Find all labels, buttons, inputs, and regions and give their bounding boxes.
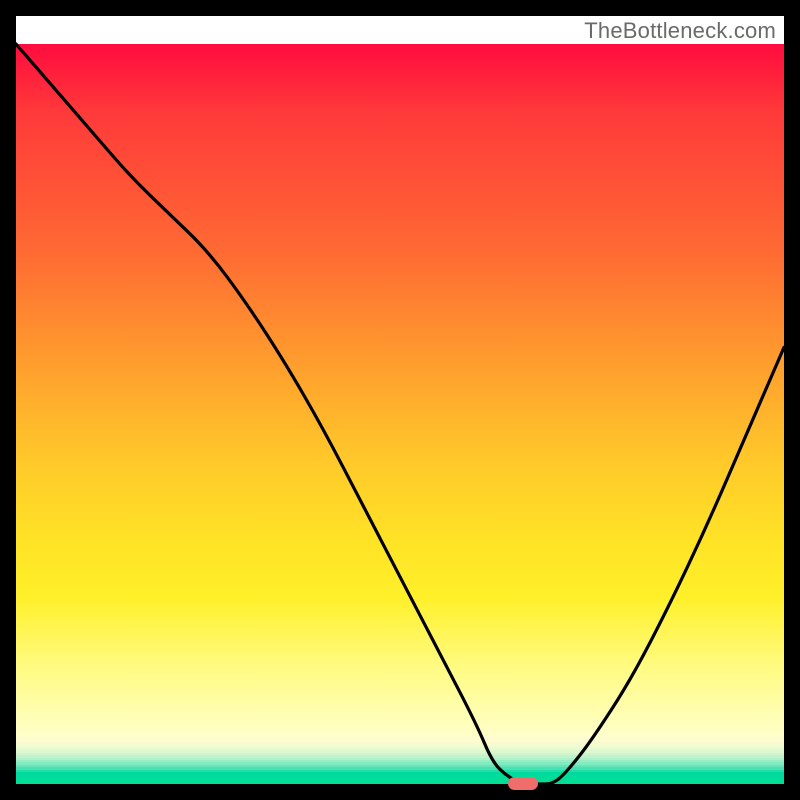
watermark-text: TheBottleneck.com <box>584 18 776 44</box>
gradient-band <box>16 782 784 785</box>
balance-point-marker <box>508 777 539 790</box>
chart-plot-area: TheBottleneck.com <box>16 16 784 784</box>
image-frame: TheBottleneck.com <box>0 0 800 800</box>
chart-gradient-background <box>16 44 784 736</box>
